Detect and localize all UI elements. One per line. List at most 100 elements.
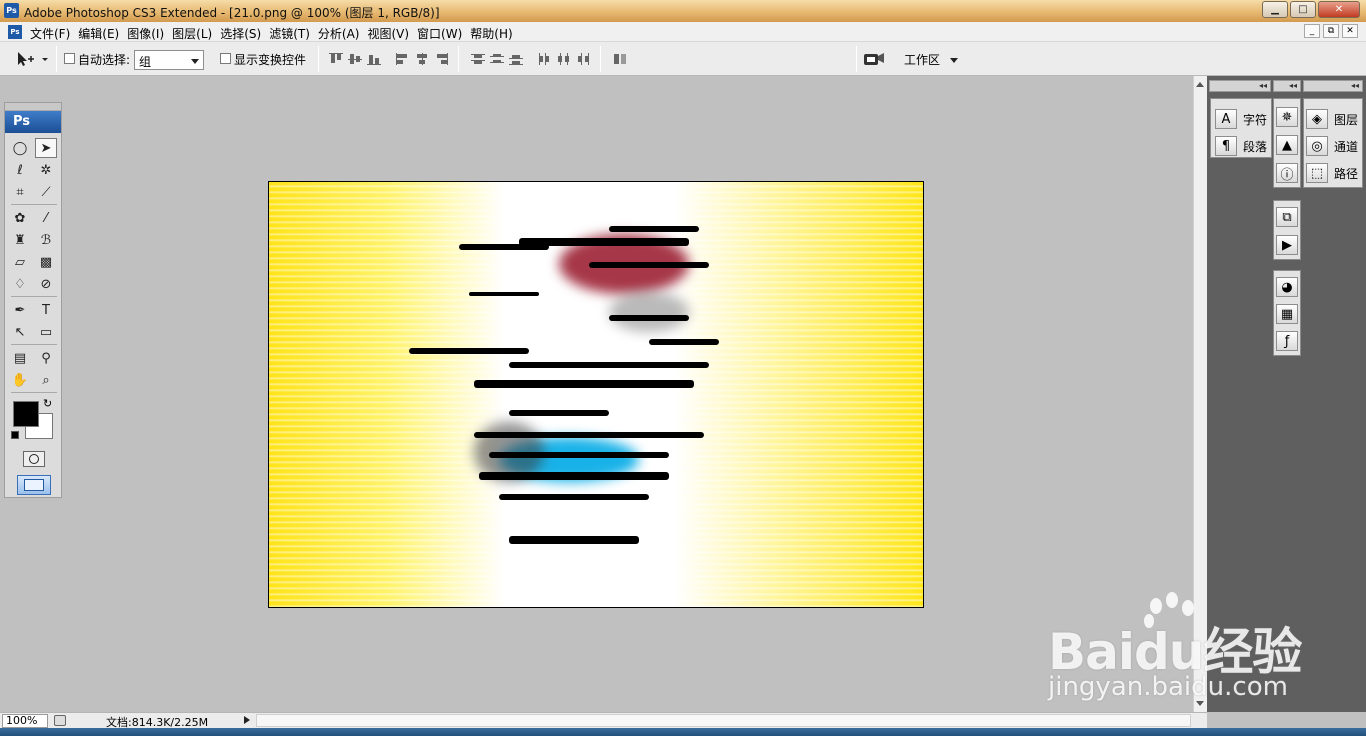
doc-close-button[interactable]: ✕ [1342,24,1358,38]
elliptical-marquee-tool-icon[interactable]: ◯ [9,138,31,158]
default-colors-icon[interactable] [11,431,19,439]
eraser-tool-icon[interactable]: ▱ [9,252,31,272]
swap-colors-icon[interactable]: ↻ [43,397,52,410]
gradient-tool-icon[interactable]: ▩ [35,252,57,272]
align-top-icon[interactable] [329,53,343,65]
hand-tool-icon[interactable]: ✋ [9,370,31,390]
options-separator [56,46,57,72]
channels-panel-button[interactable]: ◎ 通道 [1306,136,1358,156]
canvas-stroke [499,494,649,500]
histogram-panel-button[interactable]: ▲ [1276,135,1298,155]
magic-wand-tool-icon[interactable]: ✲ [35,160,57,180]
tools-panel-grip[interactable] [5,103,61,111]
paragraph-panel-button[interactable]: ¶ 段落 [1215,136,1267,156]
menu-analysis[interactable]: 分析(A) [318,24,368,42]
canvas-stroke [609,315,689,321]
maximize-button[interactable]: □ [1290,1,1316,18]
distribute-top-icon[interactable] [471,53,485,65]
status-menu-arrow-icon[interactable] [244,716,250,724]
status-info-icon[interactable] [54,715,66,726]
info-panel-button[interactable]: ⓘ [1276,163,1298,183]
horizontal-scrollbar[interactable] [256,714,1191,727]
menu-file[interactable]: 文件(F) [30,24,78,42]
history-panel-button[interactable]: ⧉ [1276,207,1298,227]
layers-panel-button[interactable]: ◈ 图层 [1306,109,1358,129]
color-panel-button[interactable]: ◕ [1276,277,1298,297]
menu-filter[interactable]: 滤镜(T) [269,24,318,42]
rectangle-tool-icon[interactable]: ▭ [35,322,57,342]
menu-select[interactable]: 选择(S) [220,24,269,42]
menu-image[interactable]: 图像(I) [127,24,172,42]
auto-select-dropdown[interactable]: 组 [134,50,204,70]
align-right-icon[interactable] [434,53,448,65]
tools-divider [11,296,57,297]
scroll-up-arrow-icon[interactable] [1196,82,1204,87]
pen-tool-icon[interactable]: ✒ [9,300,31,320]
move-tool-icon[interactable]: ➤ [35,138,57,158]
align-hcenter-icon[interactable] [415,53,429,65]
menu-view[interactable]: 视图(V) [367,24,417,42]
layers-panel-label: 图层 [1334,112,1359,127]
clone-stamp-tool-icon[interactable]: ♜ [9,230,31,250]
character-panel-button[interactable]: A 字符 [1215,109,1267,129]
align-vcenter-icon[interactable] [348,53,362,65]
distribute-bottom-icon[interactable] [509,53,523,65]
history-brush-tool-icon[interactable]: ℬ [35,230,57,250]
styles-panel-button[interactable]: ƒ [1276,331,1298,351]
menu-layer[interactable]: 图层(L) [172,24,220,42]
image-canvas[interactable] [268,181,924,608]
histogram-icon: ▲ [1276,135,1298,155]
show-transform-label: 显示变换控件 [234,53,307,67]
zoom-level-field[interactable]: 100% [2,714,48,728]
healing-brush-tool-icon[interactable]: ✿ [9,208,31,228]
app-menu-icon[interactable]: Ps [8,25,22,39]
distribute-hcenter-icon[interactable] [557,53,571,65]
screen-mode-button[interactable] [17,475,51,495]
menu-edit[interactable]: 编辑(E) [78,24,127,42]
brush-tool-icon[interactable]: ⁄ [35,208,57,228]
canvas-stroke [469,292,539,296]
menu-help[interactable]: 帮助(H) [470,24,520,42]
dodge-tool-icon[interactable]: ⊘ [35,274,57,294]
options-separator [600,46,601,72]
menu-window[interactable]: 窗口(W) [417,24,470,42]
distribute-right-icon[interactable] [576,53,590,65]
distribute-left-icon[interactable] [538,53,552,65]
lasso-tool-icon[interactable]: ℓ [9,160,31,180]
navigator-panel-button[interactable]: ✵ [1276,107,1298,127]
distribute-vcenter-icon[interactable] [490,53,504,65]
eyedropper-tool-icon[interactable]: ⚲ [35,348,57,368]
foreground-color-swatch[interactable] [13,401,39,427]
swatches-panel-button[interactable]: ▦ [1276,304,1298,324]
type-tool-icon[interactable]: T [35,300,57,320]
dock-grip[interactable]: ◂◂ [1273,80,1301,92]
close-button[interactable]: ✕ [1318,1,1360,18]
move-tool-preset-icon[interactable] [14,50,50,68]
status-bar: 100% 文档:814.3K/2.25M [0,712,1207,729]
doc-minimize-button[interactable]: _ [1304,24,1320,38]
quick-mask-button[interactable] [23,451,45,467]
actions-panel-button[interactable]: ▶ [1276,235,1298,255]
bridge-icon[interactable] [862,50,886,68]
zoom-tool-icon[interactable]: ⌕ [35,370,57,390]
align-bottom-icon[interactable] [367,53,381,65]
show-transform-checkbox[interactable] [220,53,231,64]
dock-grip[interactable]: ◂◂ [1303,80,1363,92]
panel-group-color: ◕ ▦ ƒ [1273,270,1301,356]
swatches-grid-icon: ▦ [1276,304,1298,324]
minimize-button[interactable]: ▁ [1262,1,1288,18]
slice-tool-icon[interactable]: ⟋ [35,182,57,202]
dock-grip[interactable]: ◂◂ [1209,80,1271,92]
auto-align-layers-icon[interactable] [613,53,627,65]
path-selection-tool-icon[interactable]: ↖ [9,322,31,342]
align-left-icon[interactable] [396,53,410,65]
options-separator [318,46,319,72]
doc-restore-button[interactable]: ⧉ [1323,24,1339,38]
blur-tool-icon[interactable]: ♢ [9,274,31,294]
crop-tool-icon[interactable]: ⌗ [9,182,31,202]
quick-mask-icon [29,454,39,464]
workspace-menu[interactable]: 工作区 [896,48,966,70]
auto-select-checkbox[interactable] [64,53,75,64]
paths-panel-button[interactable]: ⬚ 路径 [1306,163,1358,183]
notes-tool-icon[interactable]: ▤ [9,348,31,368]
